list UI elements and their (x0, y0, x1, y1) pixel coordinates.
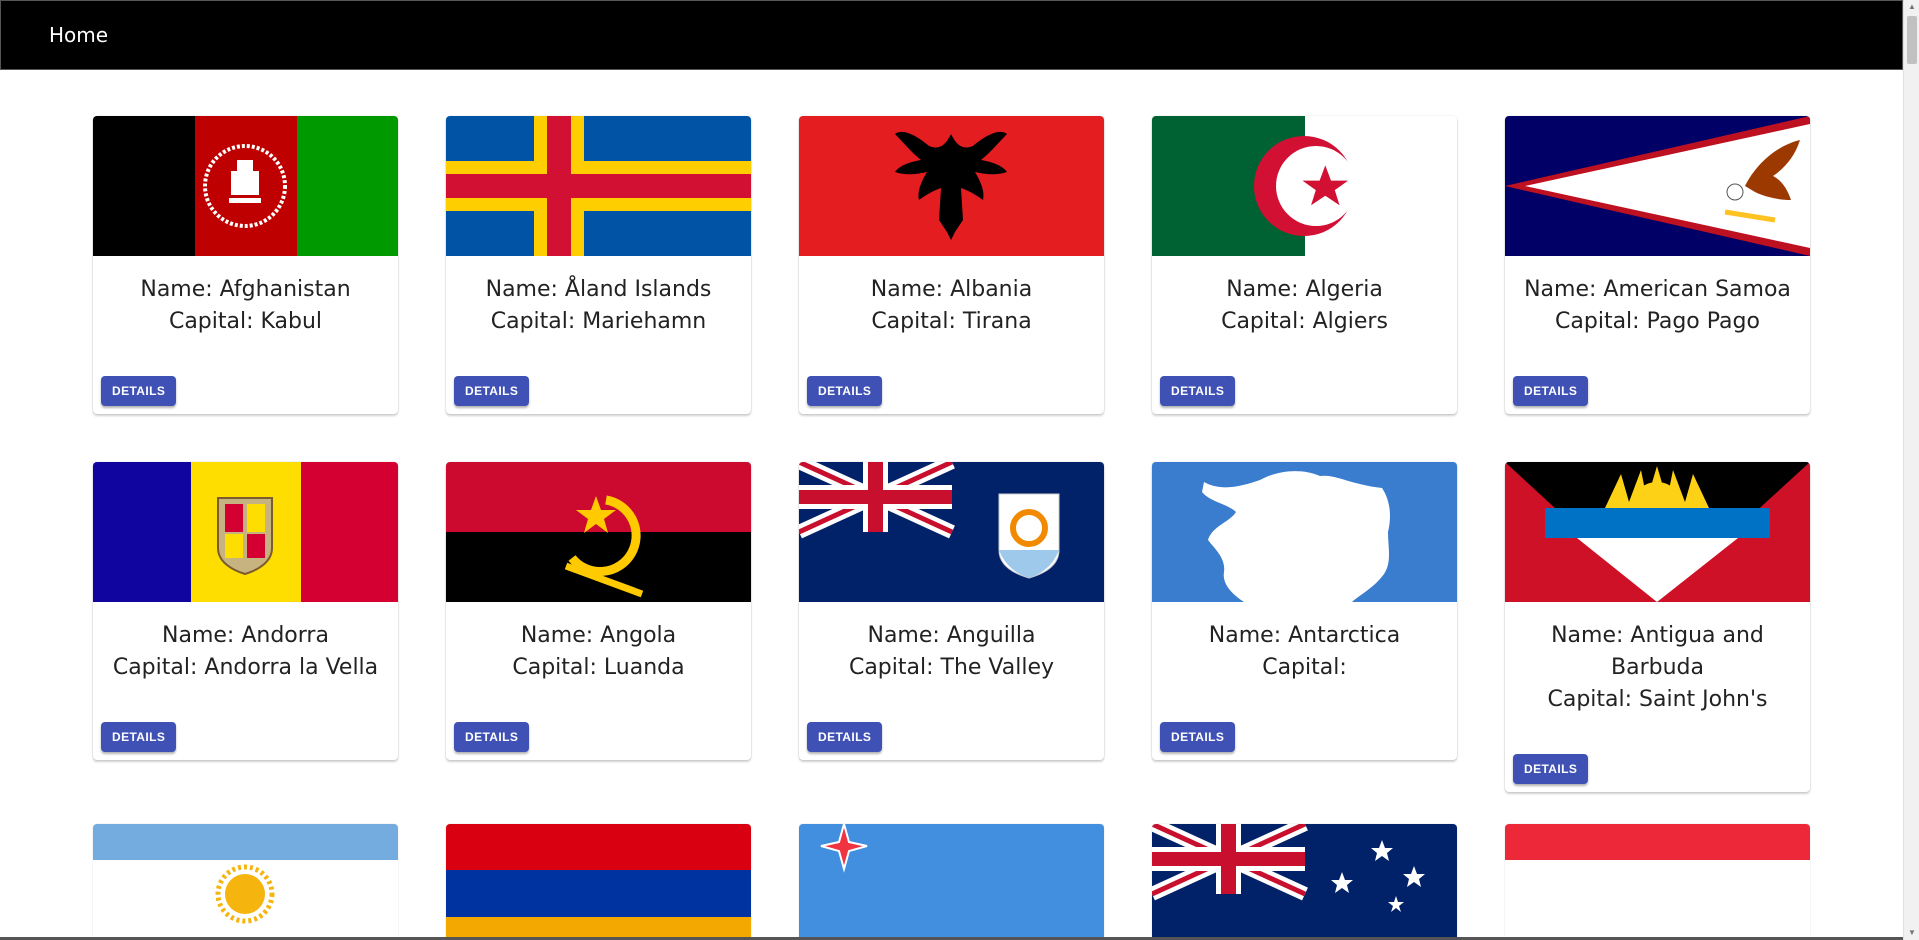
scroll-up-icon[interactable]: ▲ (1904, 0, 1919, 14)
country-card-aruba (799, 824, 1104, 940)
country-name: Name: Andorra (162, 623, 329, 648)
country-name: Name: Algeria (1226, 277, 1383, 302)
country-grid: Name: Afghanistan Capital: Kabul DETAILS… (93, 116, 1811, 940)
country-card-austria (1505, 824, 1810, 940)
country-capital: Capital: Andorra la Vella (112, 655, 379, 680)
flag-american-samoa-image (1505, 116, 1810, 256)
details-button-albania[interactable]: DETAILS (807, 376, 883, 406)
country-capital: Capital: Mariehamn (490, 309, 707, 334)
country-info: Name: Anguilla Capital: The Valley (799, 602, 1104, 722)
flag-armenia-image (446, 824, 751, 940)
flag-algeria-image (1152, 116, 1457, 256)
country-info: Name: Antarctica Capital: (1152, 602, 1457, 722)
flag-anguilla-image (799, 462, 1104, 602)
country-capital: Capital: Tirana (871, 309, 1032, 334)
country-card-antarctica: Name: Antarctica Capital: DETAILS (1152, 462, 1457, 760)
flag-austria-image (1505, 824, 1810, 940)
flag-afghanistan-image (93, 116, 398, 256)
details-button-american-samoa[interactable]: DETAILS (1513, 376, 1589, 406)
country-capital: Capital: Pago Pago (1555, 309, 1760, 334)
country-capital: Capital: Saint John's (1547, 687, 1768, 712)
country-info: Name: Angola Capital: Luanda (446, 602, 751, 722)
country-capital: Capital: (1262, 655, 1347, 680)
flag-aruba-image (799, 824, 1104, 940)
details-button-afghanistan[interactable]: DETAILS (101, 376, 177, 406)
country-info: Name: Albania Capital: Tirana (799, 256, 1104, 376)
country-card-antigua-and-barbuda: Name: Antigua and Barbuda Capital: Saint… (1505, 462, 1810, 792)
top-navbar: Home (0, 0, 1903, 70)
country-info: Name: Andorra Capital: Andorra la Vella (93, 602, 398, 722)
flag-antigua-and-barbuda-image (1505, 462, 1810, 602)
flag-andorra-image (93, 462, 398, 602)
country-card-algeria: Name: Algeria Capital: Algiers DETAILS (1152, 116, 1457, 414)
country-name: Name: Albania (870, 277, 1033, 302)
flag-antarctica-image (1152, 462, 1457, 602)
country-name: Name: Antarctica (1208, 623, 1401, 648)
details-button-algeria[interactable]: DETAILS (1160, 376, 1236, 406)
country-name: Name: American Samoa (1524, 277, 1791, 302)
details-button-anguilla[interactable]: DETAILS (807, 722, 883, 752)
country-name: Name: Åland Islands (485, 277, 712, 302)
country-card-albania: Name: Albania Capital: Tirana DETAILS (799, 116, 1104, 414)
details-button-angola[interactable]: DETAILS (454, 722, 530, 752)
country-card-australia (1152, 824, 1457, 940)
country-info: Name: American Samoa Capital: Pago Pago (1505, 256, 1810, 376)
country-card-afghanistan: Name: Afghanistan Capital: Kabul DETAILS (93, 116, 398, 414)
details-button-antigua-and-barbuda[interactable]: DETAILS (1513, 754, 1589, 784)
country-info: Name: Afghanistan Capital: Kabul (93, 256, 398, 376)
details-button-andorra[interactable]: DETAILS (101, 722, 177, 752)
flag-albania-image (799, 116, 1104, 256)
country-info: Name: Åland Islands Capital: Mariehamn (446, 256, 751, 376)
country-info: Name: Algeria Capital: Algiers (1152, 256, 1457, 376)
country-capital: Capital: Algiers (1221, 309, 1388, 334)
details-button-antarctica[interactable]: DETAILS (1160, 722, 1236, 752)
home-link[interactable]: Home (49, 23, 108, 47)
details-button-aland-islands[interactable]: DETAILS (454, 376, 530, 406)
country-name: Name: Angola (520, 623, 677, 648)
flag-argentina-image (93, 824, 398, 940)
country-card-aland-islands: Name: Åland Islands Capital: Mariehamn D… (446, 116, 751, 414)
country-capital: Capital: The Valley (848, 655, 1055, 680)
flag-aland-islands-image (446, 116, 751, 256)
country-name: Name: Anguilla (867, 623, 1036, 648)
country-card-angola: Name: Angola Capital: Luanda DETAILS (446, 462, 751, 760)
scroll-down-icon[interactable]: ▼ (1904, 926, 1919, 940)
flag-angola-image (446, 462, 751, 602)
country-capital: Capital: Luanda (512, 655, 685, 680)
country-capital: Capital: Kabul (168, 309, 323, 334)
scrollbar-thumb[interactable] (1907, 16, 1917, 64)
country-card-armenia (446, 824, 751, 940)
country-card-american-samoa: Name: American Samoa Capital: Pago Pago … (1505, 116, 1810, 414)
country-info: Name: Antigua and Barbuda Capital: Saint… (1505, 602, 1810, 754)
country-card-argentina (93, 824, 398, 940)
flag-australia-image (1152, 824, 1457, 940)
country-name: Name: Antigua and Barbuda (1551, 623, 1764, 680)
country-card-andorra: Name: Andorra Capital: Andorra la Vella … (93, 462, 398, 760)
page-scrollbar[interactable]: ▲ ▼ (1903, 0, 1919, 940)
country-card-anguilla: Name: Anguilla Capital: The Valley DETAI… (799, 462, 1104, 760)
country-name: Name: Afghanistan (140, 277, 351, 302)
